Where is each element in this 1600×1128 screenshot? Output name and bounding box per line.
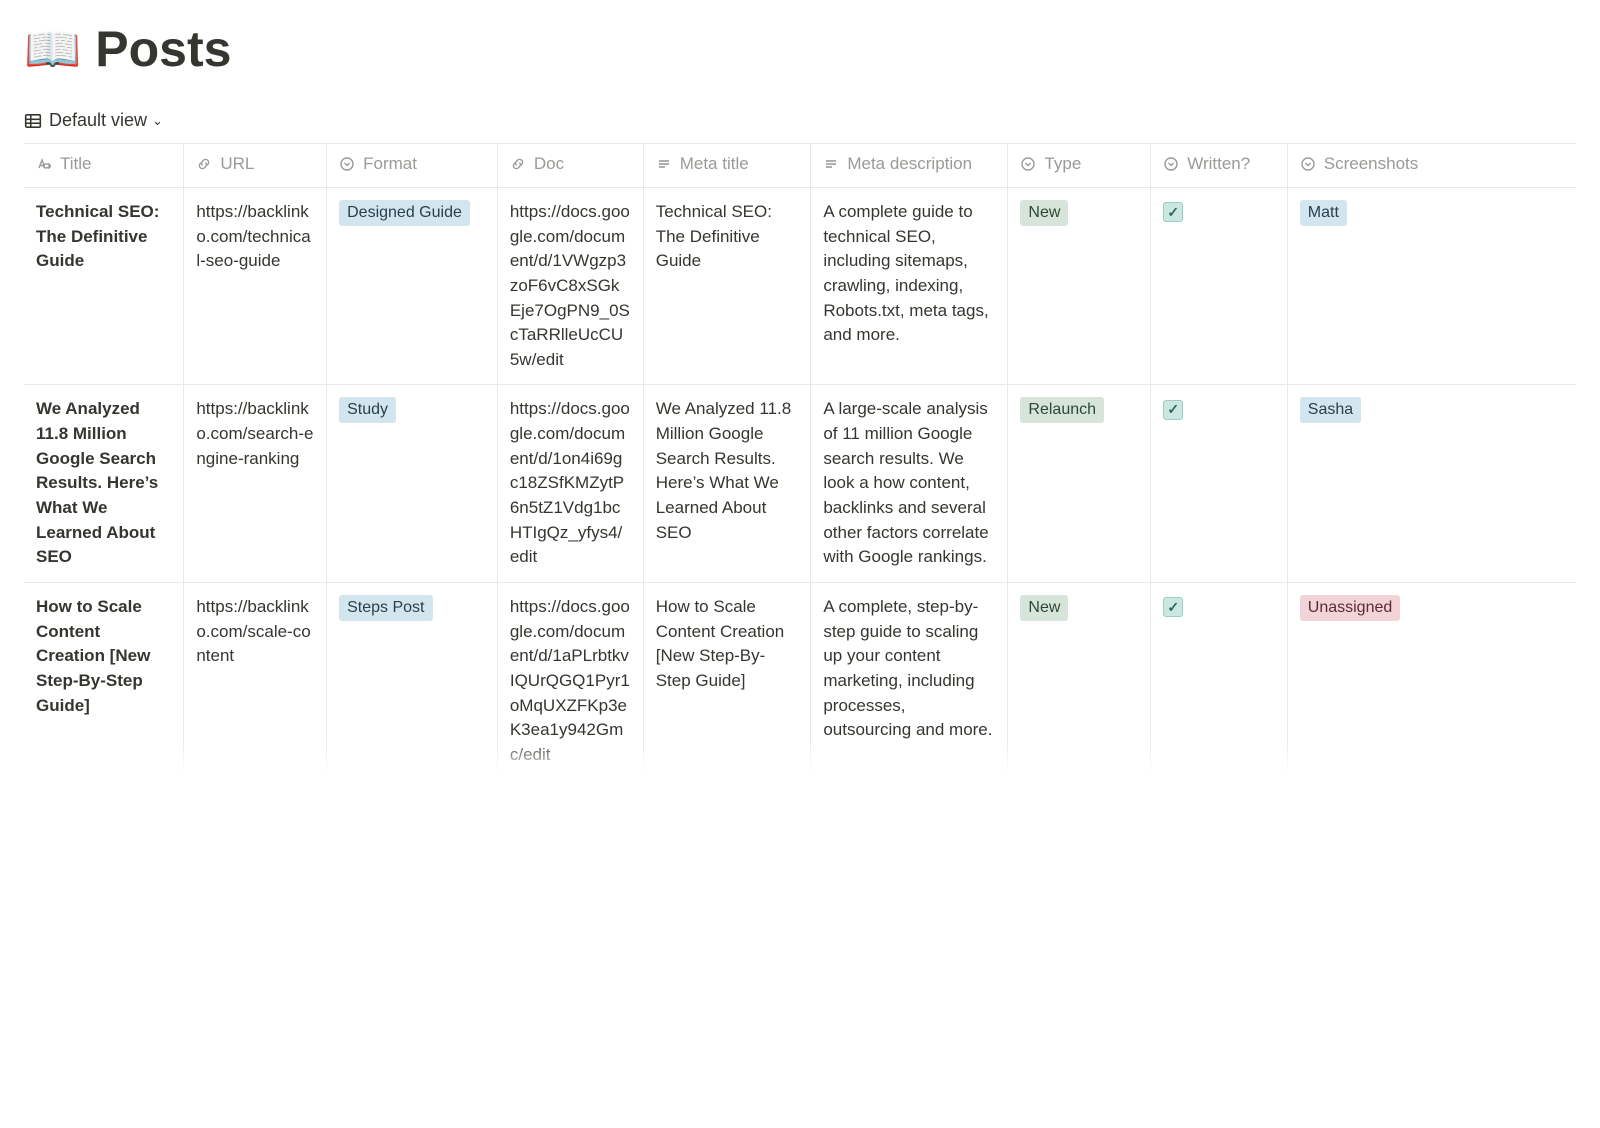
written-checkbox[interactable]: ✓ — [1163, 202, 1183, 222]
cell-doc[interactable]: https://docs.google.com/document/d/1on4i… — [497, 385, 643, 582]
written-checkbox[interactable]: ✓ — [1163, 597, 1183, 617]
title-text: How to Scale Content Creation [New Step-… — [36, 597, 150, 715]
format-tag: Steps Post — [339, 595, 432, 621]
doc-text: https://docs.google.com/document/d/1aPLr… — [510, 597, 630, 764]
cell-meta-description[interactable]: A large-scale analysis of 11 million Goo… — [811, 385, 1008, 582]
cell-written[interactable]: ✓ — [1151, 188, 1288, 385]
text-prop-icon — [823, 156, 839, 172]
screenshots-tag: Unassigned — [1300, 595, 1401, 621]
posts-table: Title URL Format Doc Meta title Meta des… — [24, 143, 1576, 780]
table-row[interactable]: We Analyzed 11.8 Million Google Search R… — [24, 385, 1576, 582]
cell-meta-title[interactable]: We Analyzed 11.8 Million Google Search R… — [643, 385, 811, 582]
cell-title[interactable]: Technical SEO: The Definitive Guide — [24, 188, 184, 385]
text-prop-icon — [656, 156, 672, 172]
type-tag: Relaunch — [1020, 397, 1104, 423]
cell-meta-description[interactable]: A complete guide to technical SEO, inclu… — [811, 188, 1008, 385]
meta-desc-text: A complete, step-by-step guide to scalin… — [823, 597, 992, 739]
doc-text: https://docs.google.com/document/d/1VWgz… — [510, 202, 630, 369]
screenshots-tag: Matt — [1300, 200, 1347, 226]
cell-url[interactable]: https://backlinko.com/search-engine-rank… — [184, 385, 327, 582]
doc-text: https://docs.google.com/document/d/1on4i… — [510, 399, 630, 566]
cell-screenshots[interactable]: Sasha — [1287, 385, 1576, 582]
meta-title-text: How to Scale Content Creation [New Step-… — [656, 597, 785, 690]
col-header-format[interactable]: Format — [327, 144, 498, 188]
col-header-meta-desc[interactable]: Meta description — [811, 144, 1008, 188]
col-header-title[interactable]: Title — [24, 144, 184, 188]
title-text: Technical SEO: The Definitive Guide — [36, 202, 159, 270]
select-prop-icon — [1163, 156, 1179, 172]
col-header-label: Screenshots — [1324, 154, 1419, 174]
meta-title-text: We Analyzed 11.8 Million Google Search R… — [656, 399, 791, 541]
cell-format[interactable]: Study — [327, 385, 498, 582]
meta-desc-text: A complete guide to technical SEO, inclu… — [823, 202, 988, 344]
cell-doc[interactable]: https://docs.google.com/document/d/1VWgz… — [497, 188, 643, 385]
written-checkbox[interactable]: ✓ — [1163, 400, 1183, 420]
select-prop-icon — [1300, 156, 1316, 172]
col-header-label: Format — [363, 154, 417, 174]
table-row[interactable]: Technical SEO: The Definitive Guide https… — [24, 188, 1576, 385]
table-header-row: Title URL Format Doc Meta title Meta des… — [24, 144, 1576, 188]
cell-written[interactable]: ✓ — [1151, 385, 1288, 582]
col-header-meta-title[interactable]: Meta title — [643, 144, 811, 188]
cell-title[interactable]: How to Scale Content Creation [New Step-… — [24, 582, 184, 779]
url-text: https://backlinko.com/search-engine-rank… — [196, 399, 313, 467]
cell-meta-title[interactable]: Technical SEO: The Definitive Guide — [643, 188, 811, 385]
cell-type[interactable]: Relaunch — [1008, 385, 1151, 582]
meta-title-text: Technical SEO: The Definitive Guide — [656, 202, 772, 270]
col-header-label: Meta description — [847, 154, 972, 174]
cell-written[interactable]: ✓ — [1151, 582, 1288, 779]
cell-type[interactable]: New — [1008, 582, 1151, 779]
cell-meta-title[interactable]: How to Scale Content Creation [New Step-… — [643, 582, 811, 779]
cell-meta-description[interactable]: A complete, step-by-step guide to scalin… — [811, 582, 1008, 779]
url-text: https://backlinko.com/technical-seo-guid… — [196, 202, 310, 270]
col-header-written[interactable]: Written? — [1151, 144, 1288, 188]
col-header-type[interactable]: Type — [1008, 144, 1151, 188]
cell-doc[interactable]: https://docs.google.com/document/d/1aPLr… — [497, 582, 643, 779]
cell-type[interactable]: New — [1008, 188, 1151, 385]
cell-screenshots[interactable]: Matt — [1287, 188, 1576, 385]
page-header: 📖 Posts — [24, 20, 1576, 78]
col-header-label: Title — [60, 154, 92, 174]
type-tag: New — [1020, 595, 1068, 621]
view-switcher[interactable]: Default view ⌄ — [24, 106, 163, 135]
cell-url[interactable]: https://backlinko.com/technical-seo-guid… — [184, 188, 327, 385]
col-header-label: URL — [220, 154, 254, 174]
cell-title[interactable]: We Analyzed 11.8 Million Google Search R… — [24, 385, 184, 582]
select-prop-icon — [339, 156, 355, 172]
format-tag: Study — [339, 397, 396, 423]
col-header-url[interactable]: URL — [184, 144, 327, 188]
col-header-screenshots[interactable]: Screenshots — [1287, 144, 1576, 188]
link-icon — [196, 156, 212, 172]
col-header-label: Type — [1044, 154, 1081, 174]
cell-url[interactable]: https://backlinko.com/scale-content — [184, 582, 327, 779]
type-tag: New — [1020, 200, 1068, 226]
screenshots-tag: Sasha — [1300, 397, 1361, 423]
chevron-down-icon: ⌄ — [152, 113, 163, 129]
select-prop-icon — [1020, 156, 1036, 172]
cell-format[interactable]: Designed Guide — [327, 188, 498, 385]
format-tag: Designed Guide — [339, 200, 470, 226]
page-title[interactable]: Posts — [95, 20, 231, 78]
link-icon — [510, 156, 526, 172]
view-label: Default view — [49, 110, 147, 131]
col-header-label: Doc — [534, 154, 564, 174]
meta-desc-text: A large-scale analysis of 11 million Goo… — [823, 399, 988, 566]
title-text: We Analyzed 11.8 Million Google Search R… — [36, 399, 158, 566]
title-prop-icon — [36, 156, 52, 172]
col-header-label: Meta title — [680, 154, 749, 174]
col-header-label: Written? — [1187, 154, 1250, 174]
col-header-doc[interactable]: Doc — [497, 144, 643, 188]
page-icon[interactable]: 📖 — [24, 26, 81, 72]
cell-screenshots[interactable]: Unassigned — [1287, 582, 1576, 779]
table-icon — [24, 112, 42, 130]
url-text: https://backlinko.com/scale-content — [196, 597, 310, 665]
table-row[interactable]: How to Scale Content Creation [New Step-… — [24, 582, 1576, 779]
cell-format[interactable]: Steps Post — [327, 582, 498, 779]
